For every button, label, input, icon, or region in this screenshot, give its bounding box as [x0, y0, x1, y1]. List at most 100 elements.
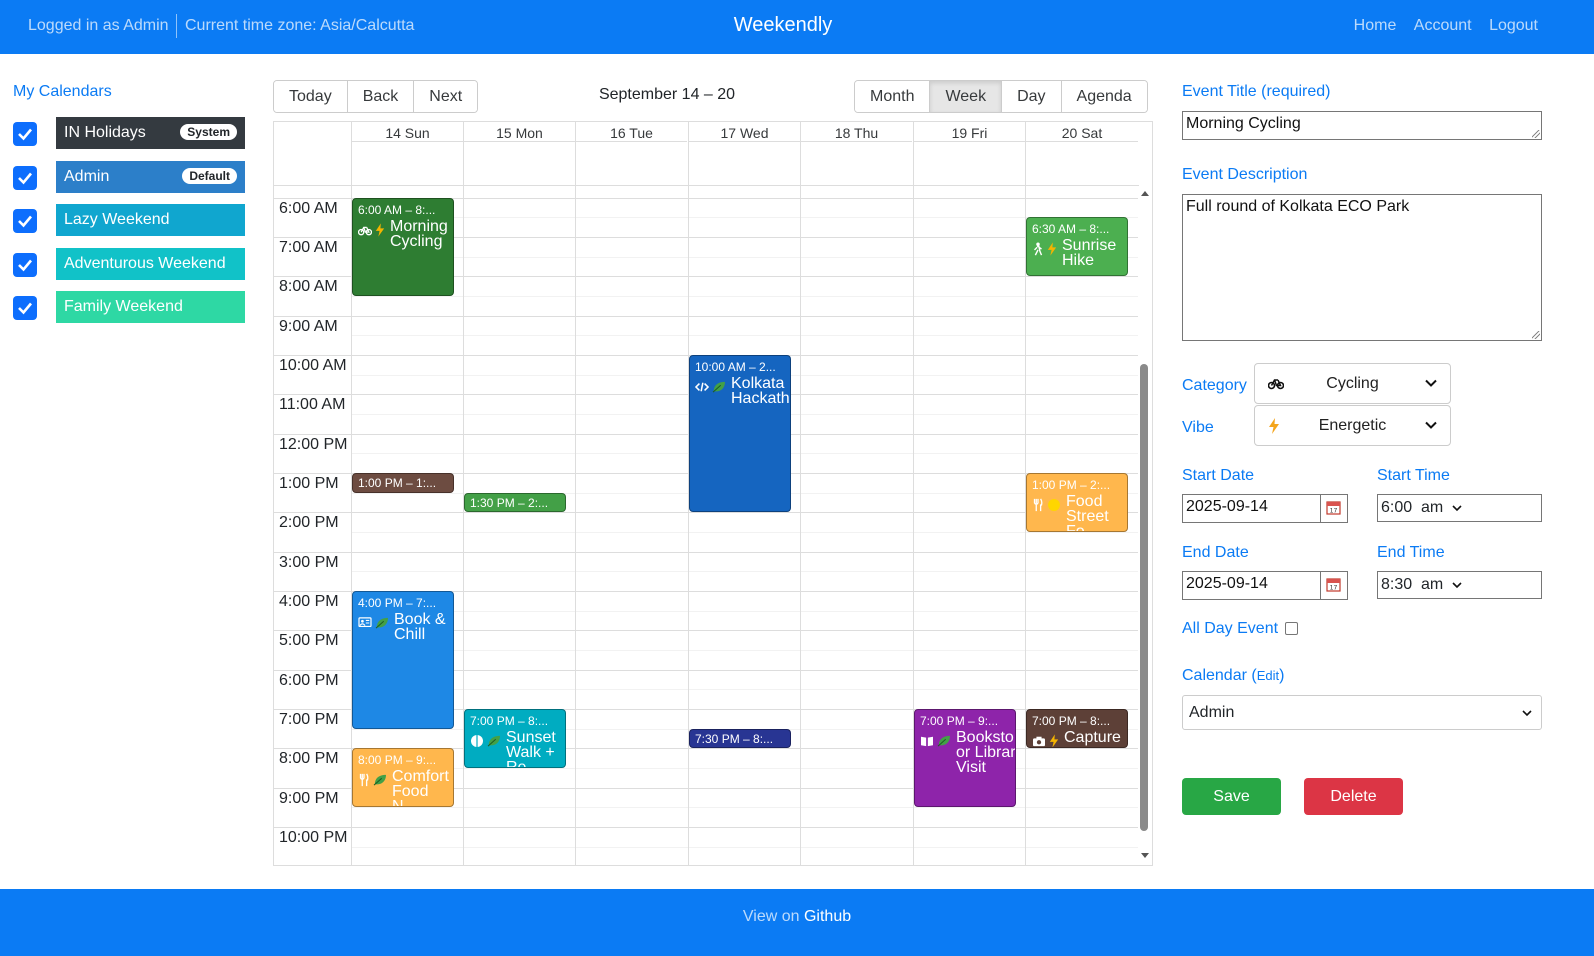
week-calendar: 14 Sun 15 Mon 16 Tue 17 Wed 18 Thu 19 Fri 20 S…	[273, 121, 1153, 866]
calendar-checkbox[interactable]	[13, 252, 37, 277]
calendar-item[interactable]: Lazy Weekend	[13, 204, 245, 236]
end-time-ampm[interactable]: am	[1421, 576, 1443, 593]
event-title-line: or Librar	[956, 744, 1016, 762]
view-day-button[interactable]: Day	[1001, 81, 1061, 112]
event-title-line: Re...	[506, 759, 540, 769]
calendar-select[interactable]: Admin	[1182, 695, 1542, 730]
brain-icon	[470, 734, 484, 767]
calendar-event[interactable]: 10:00 AM – 2... Kolkata Hackath	[689, 355, 791, 513]
calendar-event[interactable]: 7:30 PM – 8:...	[689, 728, 791, 749]
day-header[interactable]: 14 Sun	[351, 122, 463, 186]
calendar-event[interactable]: 1:00 PM – 2:... Food Street Fo...	[1026, 473, 1128, 533]
calendar-pill[interactable]: IN Holidays System	[56, 117, 245, 149]
view-week-button[interactable]: Week	[929, 81, 1002, 112]
save-button[interactable]: Save	[1182, 778, 1281, 815]
book-icon	[920, 734, 934, 775]
event-title-line: Hackath	[731, 390, 790, 408]
calendar-pill[interactable]: Admin Default	[56, 160, 245, 193]
today-button[interactable]: Today	[274, 81, 347, 112]
day-header[interactable]: 16 Tue	[575, 122, 687, 186]
github-link[interactable]: Github	[804, 908, 851, 925]
nav-home-link[interactable]: Home	[1354, 17, 1397, 34]
delete-button[interactable]: Delete	[1304, 778, 1403, 815]
vibe-select[interactable]: Energetic	[1254, 405, 1451, 446]
start-time-value: 6:00	[1381, 499, 1413, 516]
calendar-pill[interactable]: Adventurous Weekend	[56, 247, 245, 280]
event-time: 10:00 AM – 2...	[695, 360, 776, 375]
start-date-input[interactable]: 2025-09-14 17	[1182, 494, 1348, 523]
calendar-label: IN Holidays	[64, 124, 146, 141]
event-time: 7:00 PM – 8:...	[470, 714, 549, 729]
calendar-event[interactable]: 1:30 PM – 2:...	[464, 492, 566, 513]
calendar-event[interactable]: 7:00 PM – 9:... Booksto or Librar Visit	[914, 709, 1016, 808]
event-title-value: Morning Cycling	[1186, 115, 1301, 132]
all-day-checkbox[interactable]	[1285, 622, 1298, 635]
back-button[interactable]: Back	[346, 81, 414, 112]
calendar-label: Admin	[64, 167, 110, 185]
day-header[interactable]: 17 Wed	[688, 122, 800, 186]
calendar-checkbox[interactable]	[13, 122, 37, 146]
end-time-label: End Time	[1377, 544, 1445, 561]
vibe-value: Energetic	[1318, 417, 1387, 434]
half-hour-line	[351, 217, 1138, 219]
calendar-event[interactable]: 6:00 AM – 8:... Morning Cycling	[352, 197, 454, 297]
chevron-down-icon	[1424, 376, 1438, 395]
category-select[interactable]: Cycling	[1254, 363, 1451, 404]
end-time-input[interactable]: 8:30 am	[1377, 571, 1542, 599]
chevron-down-icon	[1452, 582, 1462, 589]
view-button-group: Month Week Day Agenda	[854, 80, 1148, 113]
hiker-icon	[1032, 242, 1044, 268]
calendar-item[interactable]: Family Weekend	[13, 291, 245, 323]
event-title: Sunset Walk + Re...	[506, 729, 556, 769]
all-day-label: All Day Event	[1182, 620, 1279, 637]
day-header-label: 16 Tue	[610, 125, 653, 141]
event-title-line: Capture	[1064, 729, 1121, 747]
event-title-input[interactable]: Morning Cycling	[1182, 111, 1542, 140]
calendar-icon[interactable]: 17	[1320, 495, 1347, 522]
calendar-item[interactable]: Admin Default	[13, 160, 245, 193]
day-column-divider	[800, 186, 801, 865]
resize-grip[interactable]	[1532, 130, 1540, 138]
utensils-icon	[1032, 498, 1044, 531]
start-time-ampm[interactable]: am	[1421, 499, 1443, 516]
calendar-checkbox[interactable]	[13, 296, 37, 320]
calendar-event[interactable]: 7:00 PM – 8:... Sunset Walk + Re...	[464, 709, 566, 769]
view-agenda-button[interactable]: Agenda	[1060, 81, 1147, 112]
day-header[interactable]: 20 Sat	[1025, 122, 1138, 186]
calendar-item[interactable]: IN Holidays System	[13, 117, 245, 149]
nav-logout-link[interactable]: Logout	[1489, 17, 1538, 34]
calendar-icon[interactable]: 17	[1320, 572, 1347, 599]
event-title: Sunrise Hike	[1062, 238, 1116, 269]
day-header[interactable]: 19 Fri	[913, 122, 1025, 186]
start-time-input[interactable]: 6:00 am	[1377, 494, 1542, 522]
calendar-event[interactable]: 6:30 AM – 8:... Sunrise Hike	[1026, 217, 1128, 277]
scroll-up-arrow[interactable]	[1141, 191, 1149, 196]
calendar-checkbox[interactable]	[13, 165, 37, 190]
calendar-event[interactable]: 1:00 PM – 1:...	[352, 473, 454, 493]
event-title-line: Kolkata	[731, 375, 785, 393]
event-title-line: Sunset	[506, 729, 556, 747]
top-navbar: Logged in as Admin Current time zone: As…	[0, 0, 1594, 54]
event-description-textarea[interactable]: Full round of Kolkata ECO Park	[1182, 194, 1542, 341]
event-title-label: Event Title (required)	[1182, 83, 1331, 100]
calendar-checkbox[interactable]	[13, 209, 37, 233]
day-header[interactable]: 18 Thu	[800, 122, 912, 186]
calendar-item[interactable]: Adventurous Weekend	[13, 247, 245, 280]
resize-grip[interactable]	[1532, 331, 1540, 339]
day-header-row: 14 Sun 15 Mon 16 Tue 17 Wed 18 Thu 19 Fri 20 S…	[274, 122, 1139, 186]
scroll-down-arrow[interactable]	[1141, 853, 1149, 858]
app-title[interactable]: Weekendly	[0, 14, 1566, 37]
calendar-edit-link[interactable]: Edit	[1257, 668, 1279, 683]
calendar-event[interactable]: 7:00 PM – 8:... Capture	[1026, 709, 1128, 749]
calendar-event[interactable]: 8:00 PM – 9:... Comfort Food N...	[352, 748, 454, 808]
time-grid[interactable]: 6:00 AM 7:00 AM 8:00 AM 9:00 AM 10:00 AM 11:0…	[274, 186, 1138, 865]
scrollbar-thumb[interactable]	[1140, 364, 1148, 831]
next-button[interactable]: Next	[413, 81, 478, 112]
calendar-pill[interactable]: Family Weekend	[56, 291, 245, 323]
end-date-input[interactable]: 2025-09-14 17	[1182, 571, 1348, 600]
nav-account-link[interactable]: Account	[1414, 17, 1472, 34]
calendar-event[interactable]: 4:00 PM – 7:... Book & Chill	[352, 591, 454, 729]
view-month-button[interactable]: Month	[855, 81, 930, 112]
calendar-pill[interactable]: Lazy Weekend	[56, 204, 245, 236]
day-header[interactable]: 15 Mon	[463, 122, 575, 186]
